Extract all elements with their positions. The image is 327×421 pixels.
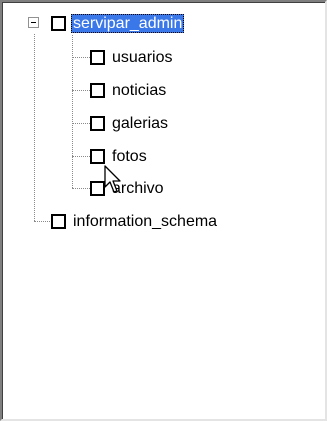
node-label[interactable]: fotos [110,147,149,166]
node-label[interactable]: usuarios [110,48,174,67]
tree-node-noticias[interactable]: noticias [90,79,168,101]
node-checkbox[interactable] [90,115,105,131]
tree-node-galerias[interactable]: galerias [90,112,170,134]
node-checkbox[interactable] [90,82,105,98]
tree-connector [72,90,90,92]
node-checkbox[interactable] [90,49,105,65]
tree-node-usuarios[interactable]: usuarios [90,46,174,68]
tree-node-archivo[interactable]: archivo [90,177,166,199]
collapse-toggle-icon[interactable] [28,17,39,28]
node-label[interactable]: noticias [110,81,168,100]
tree-node-information-schema[interactable]: information_schema [51,210,219,232]
node-checkbox[interactable] [51,15,66,31]
node-label[interactable]: servipar_admin [71,13,185,33]
tree-connector [72,188,90,190]
arrow-cursor-icon [104,165,121,193]
database-tree-view[interactable]: servipar_admin usuarios noticias galeria… [0,0,327,421]
node-checkbox[interactable] [90,180,105,196]
tree-node-servipar-admin[interactable]: servipar_admin [51,12,185,34]
tree-node-fotos[interactable]: fotos [90,145,149,167]
node-label[interactable]: galerias [110,114,170,133]
node-checkbox[interactable] [51,213,66,229]
tree-connector [72,156,90,158]
tree-connector [72,123,90,125]
node-checkbox[interactable] [90,148,105,164]
tree-connector [72,57,90,59]
tree-connector [34,221,52,223]
node-label[interactable]: information_schema [71,212,219,231]
tree-connector [34,34,36,221]
